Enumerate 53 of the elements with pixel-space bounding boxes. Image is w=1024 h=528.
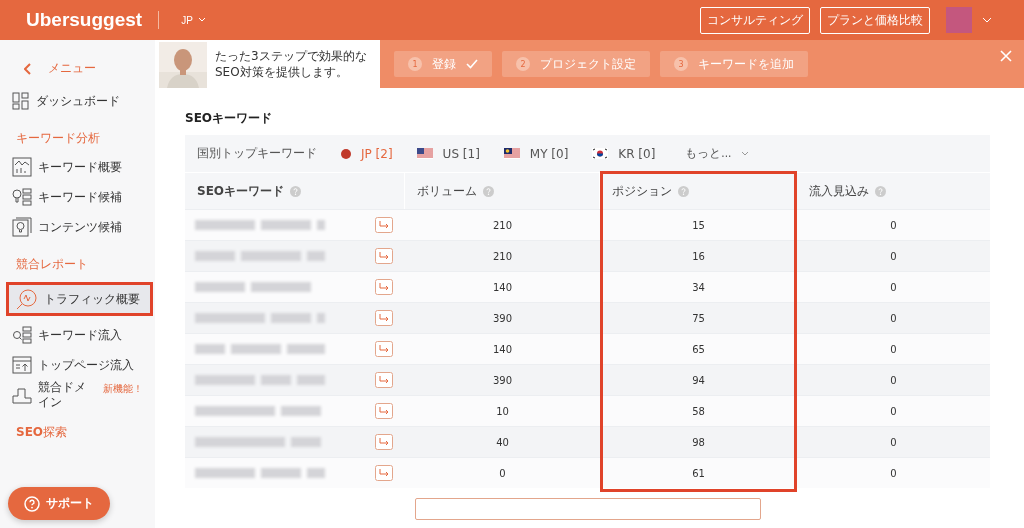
table-cell: 0: [890, 281, 897, 293]
step-number: 3: [674, 57, 688, 71]
sidebar-item[interactable]: ダッシュボード: [0, 86, 155, 116]
sidebar-item[interactable]: トラフィック概要: [6, 282, 153, 316]
table-cell: 58: [692, 405, 705, 417]
step-number: 2: [516, 57, 530, 71]
table-cell: 16: [692, 250, 705, 262]
section-title: SEOキーワード: [185, 110, 274, 127]
country-tab[interactable]: KR [0]: [592, 146, 656, 161]
table-cell: 210: [492, 219, 513, 231]
table-cell: 390: [492, 374, 513, 386]
sidebar-item[interactable]: 競合ドメイン 新機能！: [0, 380, 155, 410]
table-cell: 61: [692, 467, 705, 479]
table-cell: 65: [692, 343, 705, 355]
sidebar-item[interactable]: コンテンツ候補: [0, 212, 155, 242]
table-cell: 0: [890, 343, 897, 355]
section-heading: SEO探索: [15, 424, 69, 441]
sidebar-item[interactable]: キーワード候補: [0, 182, 155, 212]
section-heading: キーワード分析: [15, 130, 101, 147]
table-cell: 0: [890, 405, 897, 417]
column-header: ボリューム: [417, 184, 477, 198]
table-cell: 140: [492, 343, 513, 355]
table-cell: 75: [692, 312, 705, 324]
filter-label: 国別トップキーワード: [197, 145, 317, 162]
table-cell: 0: [890, 219, 897, 231]
table-cell: 0: [890, 374, 897, 386]
new-feature-label: 新機能！: [103, 382, 143, 396]
table-cell: 98: [692, 436, 705, 448]
sidebar-item[interactable]: キーワード流入: [0, 320, 155, 350]
column-header: SEOキーワード: [197, 184, 285, 198]
table-cell: 94: [692, 374, 705, 386]
table-cell: 0: [890, 436, 897, 448]
country-tab[interactable]: MY [0]: [503, 146, 569, 161]
column-header: 流入見込み: [809, 184, 869, 198]
more-dropdown[interactable]: もっと...: [679, 144, 756, 163]
table-cell: 0: [890, 250, 897, 262]
table-cell: 140: [492, 281, 513, 293]
table-cell: 0: [499, 467, 506, 479]
table-cell: 40: [496, 436, 509, 448]
step-number: 1: [408, 57, 422, 71]
sidebar-item[interactable]: トップページ流入: [0, 350, 155, 380]
country-tab[interactable]: US [1]: [416, 146, 480, 161]
section-heading: 競合レポート: [15, 256, 89, 273]
promo-text: たった3ステップで効果的な SEO対策を提供します。: [215, 48, 367, 80]
table-cell: 210: [492, 250, 513, 262]
sidebar-item[interactable]: キーワード概要: [0, 152, 155, 182]
table-cell: 34: [692, 281, 705, 293]
table-cell: 0: [890, 467, 897, 479]
table-cell: 15: [692, 219, 705, 231]
table-cell: 10: [496, 405, 509, 417]
table-cell: 390: [492, 312, 513, 324]
column-header: ポジション: [612, 184, 672, 198]
table-cell: 0: [890, 312, 897, 324]
